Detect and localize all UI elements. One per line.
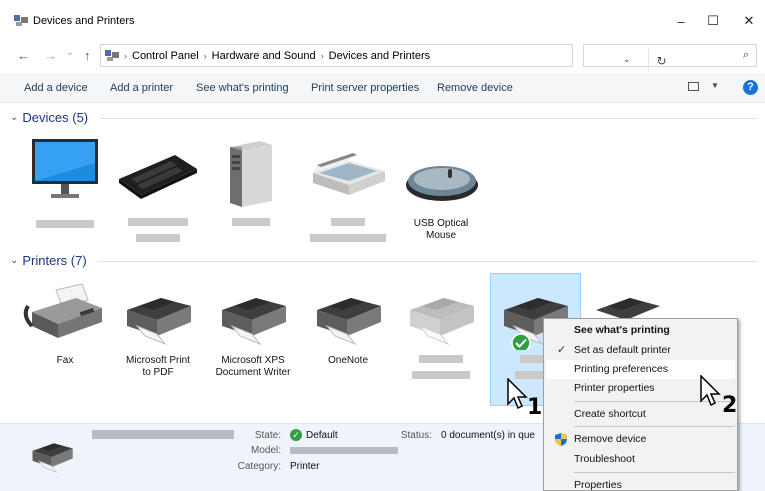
group-divider [98,261,757,262]
category-value: Printer [290,461,320,472]
check-icon: ✓ [557,344,567,356]
keyboard-icon [119,155,197,199]
printer-icon [222,298,286,346]
close-button[interactable]: ✕ [734,8,764,34]
device-label-usb-optical-mouse: USB Optical Mouse [413,218,469,241]
chevron-down-icon[interactable]: ▼ [711,81,719,90]
see-whats-printing-button[interactable]: See what's printing [196,82,289,94]
print-server-properties-button[interactable]: Print server properties [311,82,419,94]
model-value-redacted [290,447,398,454]
printers-group-header[interactable]: ⌄ Printers (7) [10,253,87,268]
menu-troubleshoot[interactable]: Troubleshoot [546,450,735,469]
menu-separator [574,426,735,427]
scanner-icon [313,153,385,195]
forward-button[interactable]: → [44,48,57,63]
printer-tile-fax[interactable]: Fax [22,280,108,367]
device-tile-keyboard[interactable] [115,135,201,246]
mouse-cursor-icon [700,375,721,407]
printer-label [398,355,484,383]
breadcrumb-control-panel[interactable]: Control Panel [132,50,199,62]
device-label [115,218,201,246]
devices-group-header[interactable]: ⌄ Devices (5) [10,110,88,125]
printer-tile-microsoft-xps-document-writer[interactable]: Microsoft XPS Document Writer [210,280,296,379]
up-button[interactable]: ↑ [84,48,91,63]
add-device-button[interactable]: Add a device [24,82,88,94]
chevron-down-icon[interactable]: ⌄ [10,112,18,123]
change-view-icon[interactable] [688,82,699,91]
remove-device-button[interactable]: Remove device [437,82,513,94]
devices-printers-app-icon [14,15,28,26]
menu-set-as-default-printer[interactable]: ✓ Set as default printer [546,341,735,360]
printer-name-redacted [92,430,234,439]
minimize-button[interactable]: – [666,8,696,34]
model-label: Model: [250,445,281,456]
fax-icon [23,283,102,338]
breadcrumb-separator: › [320,50,324,61]
printer-tile-5[interactable] [398,280,484,383]
default-check-icon: ✓ [290,429,302,441]
device-tile-computer[interactable] [208,135,294,230]
title-bar: Devices and Printers – ☐ ✕ [0,0,765,38]
breadcrumb-hardware-and-sound[interactable]: Hardware and Sound [212,50,316,62]
computer-tower-icon [230,141,272,207]
mouse-icon [406,166,478,201]
devices-group-label: Devices (5) [22,110,89,125]
status-value: 0 document(s) in que [441,430,535,441]
status-label: Status: [400,430,432,441]
menu-remove-device[interactable]: Remove device [546,430,735,449]
address-bar[interactable]: › Control Panel › Hardware and Sound › D… [100,44,667,72]
command-bar: Add a device Add a printer See what's pr… [0,73,765,103]
printers-group-label: Printers (7) [22,253,87,268]
printer-label: Microsoft XPS Document Writer [215,355,291,378]
step-callout-1: 1 [527,395,543,420]
mouse-cursor-icon [507,378,528,410]
breadcrumb-devices-and-printers[interactable]: Devices and Printers [329,50,431,62]
chevron-down-icon[interactable]: ⌄ [10,255,18,266]
add-printer-button[interactable]: Add a printer [110,82,173,94]
menu-separator [574,472,735,473]
category-label: Category: [237,461,281,472]
printer-label: Microsoft Print to PDF [126,355,190,378]
monitor-icon [32,139,98,198]
control-panel-icon [105,50,119,61]
breadcrumb-separator: › [203,50,207,61]
printer-icon [410,298,474,346]
group-divider [100,118,757,119]
menu-see-whats-printing[interactable]: See what's printing [546,321,735,340]
device-tile-monitor[interactable] [22,135,108,232]
printer-icon [127,298,191,346]
device-label [305,218,391,246]
menu-properties[interactable]: Properties [546,476,735,491]
search-icon[interactable]: ⌕ [743,49,749,62]
device-label [208,218,294,230]
search-box[interactable]: ⌕ [583,44,757,67]
maximize-button[interactable]: ☐ [698,8,728,34]
search-input[interactable] [588,45,738,65]
state-label: State: [254,430,281,441]
printer-label-onenote: OneNote [327,355,369,366]
printer-icon [317,298,381,346]
step-callout-2: 2 [722,393,738,418]
printer-label-fax: Fax [56,355,74,366]
device-tile-scanner[interactable] [305,135,391,246]
state-value: Default [306,430,338,441]
breadcrumb-separator: › [124,50,127,61]
printer-tile-microsoft-print-to-pdf[interactable]: Microsoft Print to PDF [115,280,201,379]
printer-icon [32,443,73,473]
device-label [22,220,108,232]
window-title: Devices and Printers [33,15,135,27]
recent-locations-button[interactable]: ⌄ [66,47,74,58]
help-icon[interactable]: ? [743,80,758,95]
shield-icon [555,433,567,446]
back-button[interactable]: ← [17,48,30,63]
device-tile-usb-optical-mouse[interactable]: USB Optical Mouse [398,135,484,242]
printer-tile-onenote[interactable]: OneNote [305,280,391,367]
